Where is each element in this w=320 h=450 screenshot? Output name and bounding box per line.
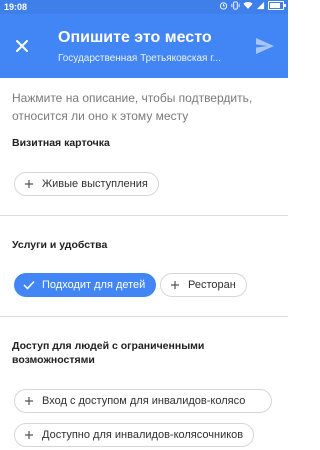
chip-wheelchair-accessible[interactable]: Доступно для инвалидов-колясочников bbox=[14, 423, 255, 447]
signal-icon bbox=[256, 1, 265, 10]
vibrate-icon bbox=[231, 1, 240, 10]
status-time: 19:08 bbox=[4, 2, 28, 12]
instruction-text: Нажмите на описание, чтобы подтвердить, … bbox=[12, 91, 253, 123]
app-bar: Опишите это место Государственная Третья… bbox=[0, 14, 288, 78]
chip-wheelchair-entrance[interactable]: Вход с доступом для инвалидов-колясо bbox=[14, 389, 272, 413]
chip-kid-friendly[interactable]: Подходит для детей bbox=[14, 273, 157, 297]
battery-level bbox=[270, 3, 281, 8]
section-title-business-card: Визитная карточка bbox=[12, 137, 110, 149]
status-icons bbox=[219, 1, 286, 10]
plus-icon bbox=[23, 395, 35, 407]
place-name: Государственная Третьяковская г... bbox=[58, 53, 221, 64]
status-bar: 19:08 bbox=[0, 0, 288, 14]
check-icon bbox=[23, 279, 35, 291]
alarm-icon bbox=[219, 2, 228, 10]
chip-label: Ресторан bbox=[188, 279, 236, 291]
chip-label: Живые выступления bbox=[42, 178, 148, 190]
chip-live-performances[interactable]: Живые выступления bbox=[14, 172, 159, 196]
section-title-accessibility: Доступ для людей с ограниченными возможн… bbox=[12, 340, 205, 366]
chip-label: Вход с доступом для инвалидов-колясо bbox=[42, 395, 246, 407]
section-title-amenities: Услуги и удобства bbox=[12, 239, 108, 251]
plus-icon bbox=[23, 178, 35, 190]
divider bbox=[0, 215, 288, 216]
plus-icon bbox=[23, 429, 35, 441]
chip-label: Подходит для детей bbox=[42, 279, 146, 291]
wifi-icon bbox=[243, 2, 253, 9]
send-button[interactable] bbox=[254, 35, 276, 57]
divider bbox=[0, 316, 288, 317]
battery-icon bbox=[268, 1, 286, 10]
close-button[interactable] bbox=[10, 34, 34, 58]
page-title: Опишите это место bbox=[58, 29, 212, 46]
send-icon bbox=[256, 38, 274, 54]
chip-restaurant[interactable]: Ресторан bbox=[160, 273, 247, 297]
plus-icon bbox=[169, 279, 181, 291]
close-icon bbox=[16, 40, 28, 52]
chip-label: Доступно для инвалидов-колясочников bbox=[42, 429, 244, 441]
